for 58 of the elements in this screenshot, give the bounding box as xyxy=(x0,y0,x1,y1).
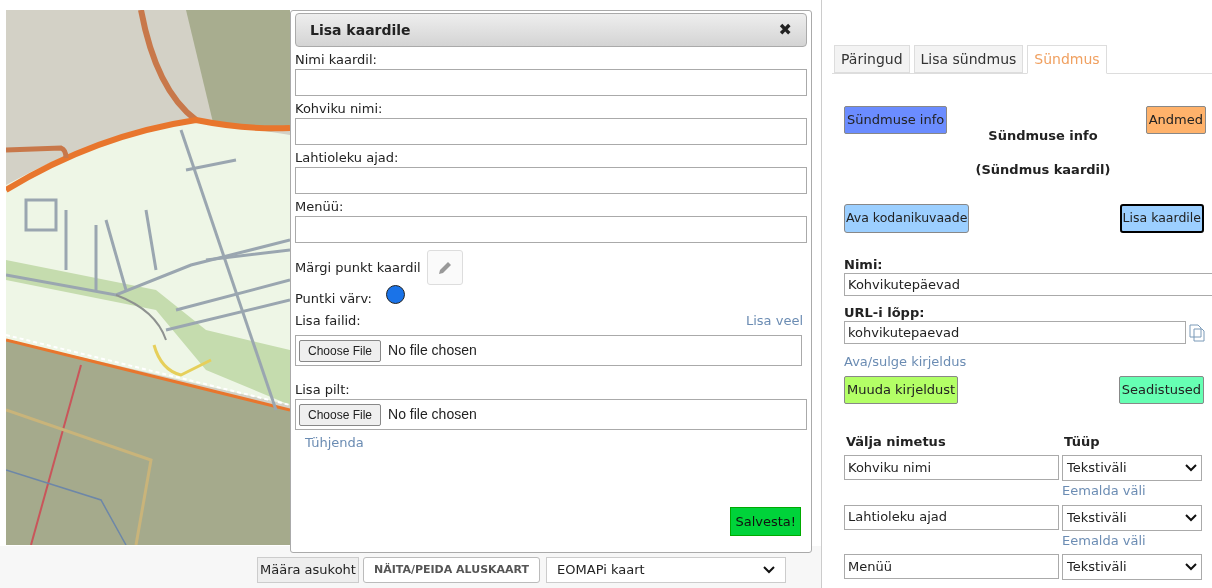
file-status: No file chosen xyxy=(388,405,477,424)
pencil-icon xyxy=(436,259,453,276)
field-type-select[interactable]: Tekstiväli xyxy=(1062,455,1202,481)
info-button[interactable]: Andmed xyxy=(1145,106,1206,134)
field-name-input[interactable]: Lahtioleku ajad xyxy=(844,504,1059,530)
field-type-select[interactable]: Tekstiväli xyxy=(1062,504,1202,531)
copy-icon[interactable] xyxy=(1189,323,1205,342)
field-label: Menüü: xyxy=(295,198,345,216)
text-input-field[interactable] xyxy=(295,167,807,194)
chevron-down-icon xyxy=(763,566,776,574)
chevron-down-icon xyxy=(1185,563,1197,571)
image-input-field[interactable]: Choose File No file chosen xyxy=(295,399,807,430)
tab[interactable]: Päringud xyxy=(834,45,910,73)
field-name-input[interactable]: Kohviku nimi xyxy=(844,455,1059,480)
chevron-down-icon xyxy=(1185,464,1197,472)
file-status: No file chosen xyxy=(388,341,477,360)
column-header: Tüüp xyxy=(1064,432,1100,451)
action-button[interactable]: Lisa kaardile xyxy=(1119,204,1204,233)
toggle-description-link[interactable]: Ava/sulge kirjeldus xyxy=(844,352,967,372)
field-label: Kohviku nimi: xyxy=(295,100,384,118)
file-input-field[interactable]: Choose File No file chosen xyxy=(295,335,802,366)
action-button[interactable]: Ava kodanikuvaade xyxy=(844,204,970,233)
choose-file-button[interactable]: Choose File xyxy=(299,403,382,426)
edit-button[interactable]: Seadistused xyxy=(1118,375,1204,404)
remove-field-link[interactable]: Eemalda väli xyxy=(1062,530,1146,550)
pencil-button[interactable] xyxy=(426,250,463,285)
choose-file-button[interactable]: Choose File xyxy=(299,339,382,362)
tab[interactable]: Lisa sündmus xyxy=(913,45,1024,73)
text-input-field[interactable] xyxy=(295,216,807,243)
clear-link[interactable]: Tühjenda xyxy=(305,433,364,453)
column-header: Välja nimetus xyxy=(845,432,947,451)
section-heading: Sündmuse info xyxy=(988,127,1098,145)
section-subheading: (Sündmus kaardil) xyxy=(975,160,1111,179)
basemap-select[interactable]: EOMAPi kaart xyxy=(546,557,787,583)
field-type-select[interactable]: Tekstiväli xyxy=(1062,554,1202,580)
toggle-basemap-button[interactable]: NÄITA/PEIDA ALUSKAART xyxy=(362,557,541,583)
files-label: Lisa failid: xyxy=(295,311,361,330)
set-location-button[interactable]: Määra asukoht xyxy=(257,557,359,583)
name-input-field[interactable]: Kohvikutepäevad xyxy=(844,273,1212,296)
add-more-link[interactable]: Lisa veel xyxy=(745,310,803,330)
edit-button[interactable]: Muuda kirjeldust xyxy=(844,375,959,404)
url-label: URL-i lõpp: xyxy=(844,305,926,321)
remove-field-link[interactable]: Eemalda väli xyxy=(1062,481,1146,501)
field-name-input[interactable]: Menüü xyxy=(844,554,1059,579)
url-input-field[interactable]: kohvikutepaevad xyxy=(844,321,1186,344)
name-label: Nimi: xyxy=(844,257,884,273)
chevron-down-icon xyxy=(1185,513,1197,522)
field-label: Lahtioleku ajad: xyxy=(295,149,400,167)
mark-point-label: Märgi punkt kaardil xyxy=(295,258,421,277)
close-button[interactable]: ✖ xyxy=(778,22,792,38)
info-button[interactable]: Sündmuse info xyxy=(844,106,948,134)
point-color-label: Puntki värv: xyxy=(295,290,372,308)
image-label: Lisa pilt: xyxy=(295,381,351,399)
text-input-field[interactable] xyxy=(295,69,807,96)
text-input-field[interactable] xyxy=(295,118,807,145)
dialog-title: Lisa kaardile xyxy=(310,20,411,40)
field-label: Nimi kaardil: xyxy=(295,51,378,69)
save-button[interactable]: Salvesta! xyxy=(730,507,801,536)
